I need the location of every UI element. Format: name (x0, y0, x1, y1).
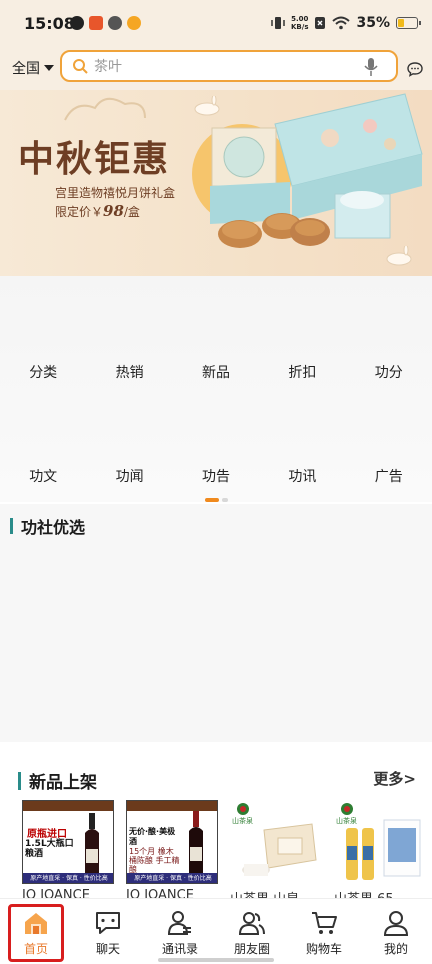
message-icon[interactable] (407, 61, 423, 77)
product-header-strip (23, 801, 113, 811)
product-header-strip (127, 801, 217, 811)
page-dot-active (205, 498, 219, 502)
tab-friends-label: 朋友圈 (233, 942, 270, 956)
menu-item-category[interactable]: 分类 (0, 362, 86, 382)
tab-cart-label: 购物车 (305, 942, 342, 956)
section-bar (10, 518, 13, 534)
product-label-main: 原瓶进口 (27, 829, 67, 840)
new-products-title-text: 新品上架 (29, 773, 97, 793)
menu-item-points[interactable]: 功分 (346, 362, 432, 382)
search-icon (73, 59, 88, 74)
status-time: 15:08 (24, 14, 75, 33)
tab-profile-label: 我的 (383, 942, 408, 956)
product-card[interactable]: 山茶泉 (334, 800, 426, 884)
menu-item-notices[interactable]: 功告 (173, 466, 259, 486)
status-bar: 15:08 5.00 KB/s 35% (0, 0, 432, 46)
brand-logo-icon (237, 803, 249, 815)
price-value: 98 (103, 202, 124, 220)
profile-icon (383, 911, 409, 936)
cart-icon (312, 912, 337, 934)
app-notification-icon (70, 16, 84, 30)
region-label: 全国 (12, 61, 40, 77)
product-card[interactable]: 原瓶进口 1.5L大瓶口粮酒 原产地直采 · 保真 · 性价比高 (22, 800, 114, 884)
product-list: 原瓶进口 1.5L大瓶口粮酒 原产地直采 · 保真 · 性价比高 无价·酿·美极… (22, 800, 426, 884)
tab-friends[interactable]: 朋友圈 (216, 899, 288, 964)
tab-contacts[interactable]: 通讯录 (144, 899, 216, 964)
banner-title: 中秋钜惠 (18, 138, 171, 180)
featured-title: 功社优选 (10, 514, 85, 538)
region-selector[interactable]: 全国 (12, 58, 54, 78)
quick-menu-row-1: 分类 热销 新品 折扣 功分 (0, 362, 432, 382)
speed-value: 5.00 (291, 15, 309, 23)
section-bar (18, 771, 21, 790)
microphone-icon[interactable] (364, 57, 378, 77)
product-card[interactable]: 山茶泉 (230, 800, 322, 884)
product-label-main: 无价·酿·美极酒 (129, 827, 176, 846)
home-icon (25, 913, 47, 934)
quick-menu: 分类 热销 新品 折扣 功分 功文 功闻 功告 功讯 广告 (0, 276, 432, 502)
tab-chat[interactable]: 聊天 (72, 899, 144, 964)
quick-menu-row-2: 功文 功闻 功告 功讯 广告 (0, 466, 432, 486)
banner-subtitle: 宫里造物禧悦月饼礼盒 (55, 186, 176, 200)
home-indicator[interactable] (158, 958, 274, 962)
menu-item-discount[interactable]: 折扣 (259, 362, 345, 382)
vibrate-icon (271, 17, 285, 29)
tab-profile[interactable]: 我的 (360, 899, 432, 964)
menu-item-hot[interactable]: 热销 (86, 362, 172, 382)
status-right: 5.00 KB/s 35% (271, 13, 421, 33)
tab-home-label: 首页 (23, 942, 48, 956)
tab-contacts-label: 通讯录 (161, 942, 198, 956)
product-card[interactable]: 无价·酿·美极酒 15个月 橡木桶陈酿 手工精酿 原产地直采 · 保真 · 性价… (126, 800, 218, 884)
search-bar[interactable]: 茶叶 (60, 50, 398, 82)
product-label-sub: 1.5L大瓶口粮酒 (25, 839, 74, 859)
gift-box-image (242, 823, 317, 876)
bottom-tab-bar: 首页 聊天 通讯录 朋友圈 购物车 我的 (0, 898, 432, 964)
banner-price: 限定价￥98/盒 (55, 202, 140, 220)
more-link[interactable]: 更多> (373, 768, 416, 789)
friends-icon (238, 912, 265, 935)
tab-cart[interactable]: 购物车 (288, 899, 360, 964)
price-suffix: /盒 (123, 205, 140, 219)
tab-chat-label: 聊天 (95, 942, 120, 956)
wine-bottle-image (189, 811, 203, 875)
weibo-icon (127, 16, 141, 30)
product-label-sub: 15个月 橡木桶陈酿 手工精酿 (129, 847, 180, 874)
price-prefix: 限定价￥ (55, 205, 104, 219)
new-products-section: 新品上架 更多> 原瓶进口 1.5L大瓶口粮酒 原产地直采 · 保真 · 性价比… (0, 742, 432, 902)
featured-section: 功社优选 (0, 504, 432, 742)
oil-bottles-image (346, 819, 421, 880)
wifi-icon (332, 16, 351, 30)
wine-bottle-image (85, 813, 99, 875)
page-indicator (205, 498, 228, 502)
new-products-title: 新品上架 (18, 768, 97, 793)
cloud-decoration-icon (64, 97, 146, 121)
header: 15:08 5.00 KB/s 35% 全国 茶叶 (0, 0, 432, 90)
caret-down-icon (44, 65, 54, 71)
menu-item-info[interactable]: 功讯 (259, 466, 345, 486)
page-dot (222, 498, 228, 502)
network-speed: 5.00 KB/s (291, 15, 308, 31)
battery-percent: 35% (356, 15, 390, 31)
chat-icon (96, 912, 120, 934)
product-bottom-strip: 原产地直采 · 保真 · 性价比高 (23, 873, 113, 883)
battery-icon (396, 17, 421, 29)
tab-home[interactable]: 首页 (0, 899, 72, 964)
promo-banner[interactable]: 中秋钜惠 宫里造物禧悦月饼礼盒 限定价￥98/盒 (0, 90, 432, 276)
menu-item-new[interactable]: 新品 (173, 362, 259, 382)
app-notification-icon (108, 16, 122, 30)
menu-item-news[interactable]: 功闻 (86, 466, 172, 486)
mooncake-giftbox-image (192, 93, 423, 248)
contacts-icon (167, 911, 191, 935)
menu-item-ads[interactable]: 广告 (346, 466, 432, 486)
featured-title-text: 功社优选 (21, 518, 86, 537)
menu-item-articles[interactable]: 功文 (0, 466, 86, 486)
search-placeholder: 茶叶 (94, 59, 122, 75)
app-notification-icon (89, 16, 103, 30)
product-bottom-strip: 原产地直采 · 保真 · 性价比高 (127, 873, 217, 883)
no-sim-icon (315, 17, 326, 29)
speed-unit: KB/s (291, 23, 309, 31)
